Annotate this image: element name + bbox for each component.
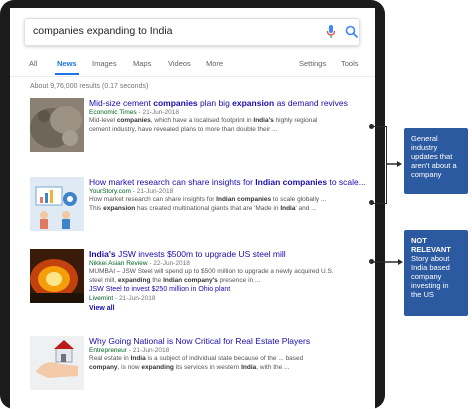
tab-news[interactable]: News <box>57 59 77 68</box>
result-source: Entrepreneur - 21-Jun-2018 <box>89 347 170 354</box>
result-thumbnail[interactable] <box>30 98 84 152</box>
callout-heading: NOT RELEVANT <box>411 236 451 254</box>
result-snippet: How market research can share insights f… <box>89 196 327 212</box>
view-all-link[interactable]: View all <box>89 304 369 314</box>
result-title[interactable]: India's JSW invests $500m to upgrade US … <box>89 249 369 259</box>
result-stats: About 9,76,000 results (0.17 seconds) <box>30 83 149 90</box>
search-bar[interactable]: companies expanding to India <box>24 18 360 46</box>
result-snippet: MUMBAI – JSW Steel will spend up to $500… <box>89 268 334 284</box>
result-thumbnail[interactable] <box>30 177 84 231</box>
tab-more[interactable]: More <box>206 59 223 68</box>
result-thumbnail[interactable] <box>30 336 84 390</box>
tab-maps[interactable]: Maps <box>133 59 151 68</box>
search-tabs: All News Images Maps Videos More Setting… <box>10 56 375 77</box>
device-frame: companies expanding to India All News Im… <box>0 0 385 409</box>
result-snippet: Mid-level companies, which have a locali… <box>89 117 318 133</box>
annotation-arrow-icon <box>386 161 402 167</box>
search-icon[interactable] <box>345 25 359 39</box>
microphone-icon[interactable] <box>326 25 336 39</box>
result-source: Nikkei Asian Review - 22-Jun-2018 <box>89 260 190 267</box>
tab-settings[interactable]: Settings <box>299 59 326 68</box>
result-snippet: Real estate in India is a subject of ind… <box>89 355 304 371</box>
active-tab-indicator <box>55 73 79 75</box>
result-source: YourStory.com - 21-Jun-2018 <box>89 188 174 195</box>
result-source: Economic Times - 21-Jun-2018 <box>89 109 179 116</box>
annotation-callout: General industry updates that aren't abo… <box>404 128 468 194</box>
related-story-link[interactable]: JSW Steel to invest $250 million in Ohio… <box>89 285 369 294</box>
related-story-source: Livemint - 21-Jun-2018 <box>89 295 156 302</box>
callout-text: Story about India based company investin… <box>411 254 450 299</box>
result-title[interactable]: Mid-size cement companies plan big expan… <box>89 98 369 108</box>
tab-all[interactable]: All <box>29 59 37 68</box>
annotation-arrow-icon <box>373 259 403 265</box>
annotation-dot <box>369 200 374 205</box>
tab-tools[interactable]: Tools <box>341 59 359 68</box>
annotation-bracket <box>372 126 387 204</box>
tab-videos[interactable]: Videos <box>168 59 191 68</box>
annotation-callout: NOT RELEVANT Story about India based com… <box>404 230 468 316</box>
search-input[interactable]: companies expanding to India <box>33 25 173 37</box>
result-title[interactable]: Why Going National is Now Critical for R… <box>89 336 369 346</box>
callout-text: General industry updates that aren't abo… <box>411 134 457 179</box>
annotation-dot <box>369 124 374 129</box>
result-thumbnail[interactable] <box>30 249 84 303</box>
browser-screen: companies expanding to India All News Im… <box>10 8 375 409</box>
result-title[interactable]: How market research can share insights f… <box>89 177 369 187</box>
tab-images[interactable]: Images <box>92 59 117 68</box>
